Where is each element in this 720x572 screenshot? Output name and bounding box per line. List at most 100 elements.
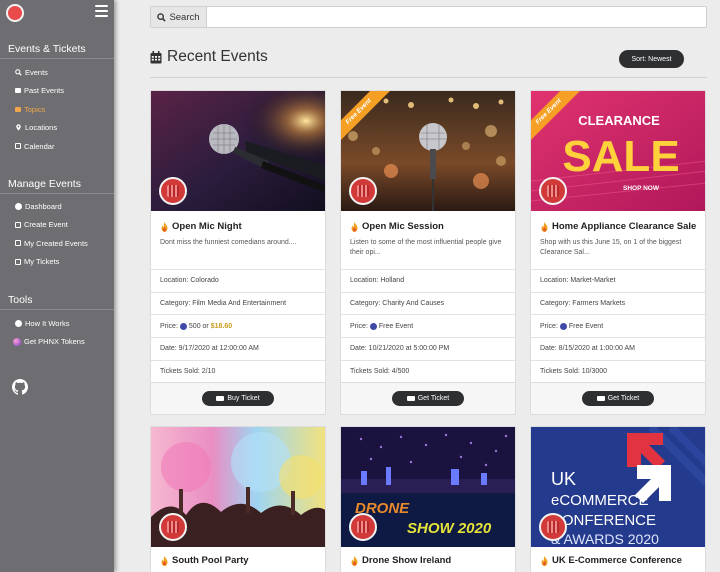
event-card[interactable]: DRONE SHOW 2020 Drone Show Ireland: [340, 426, 516, 572]
image-text-ecommerce: eCOMMERCE: [551, 492, 649, 509]
event-image[interactable]: DRONE SHOW 2020: [341, 427, 515, 547]
organizer-avatar[interactable]: [159, 177, 187, 205]
sidebar-item-label: Dashboard: [25, 201, 62, 211]
github-icon[interactable]: [12, 379, 28, 395]
sidebar-item-label: Calendar: [24, 141, 55, 151]
page-title-text: Recent Events: [167, 48, 268, 65]
search-button[interactable]: Search: [151, 7, 207, 27]
event-location: Location: Colorado: [151, 269, 325, 292]
search-input[interactable]: [207, 7, 706, 27]
event-card[interactable]: UK eCOMMERCE CONFERENCE & AWARDS 2020 UK…: [530, 426, 706, 572]
app-logo[interactable]: [6, 4, 24, 22]
organizer-avatar[interactable]: [349, 177, 377, 205]
organizer-avatar[interactable]: [539, 177, 567, 205]
edit-icon: [15, 221, 21, 228]
event-title[interactable]: Open Mic Session: [350, 221, 506, 232]
event-tickets-sold: Tickets Sold: 10/3000: [531, 359, 705, 383]
image-text-show: SHOW 2020: [407, 520, 492, 537]
calendar-icon: [150, 50, 162, 63]
sidebar-item-create-event[interactable]: Create Event: [15, 216, 88, 235]
menu-icon[interactable]: [95, 5, 108, 17]
price-usd: $18.60: [210, 322, 233, 330]
sort-button[interactable]: Sort: Newest: [619, 50, 684, 68]
event-location: Location: Market-Market: [531, 269, 705, 292]
button-label: Get Ticket: [607, 395, 640, 403]
sidebar-item-label: Events: [25, 67, 48, 77]
phnx-token-icon: [13, 337, 21, 346]
sidebar-item-events[interactable]: Events: [15, 63, 64, 82]
ticket-icon: [15, 258, 21, 265]
sidebar-item-calendar[interactable]: Calendar: [15, 137, 64, 156]
sidebar: Events & Tickets Events Past Events Topi…: [0, 0, 114, 572]
event-title-text: Drone Show Ireland: [362, 555, 452, 566]
phnx-coin-icon: [369, 322, 377, 330]
flame-icon: [351, 555, 358, 566]
search-button-label: Search: [169, 11, 200, 23]
button-label: Get Ticket: [417, 395, 450, 403]
sidebar-item-my-created-events[interactable]: My Created Events: [15, 234, 88, 253]
sidebar-item-my-tickets[interactable]: My Tickets: [15, 253, 88, 272]
event-image[interactable]: UK eCOMMERCE CONFERENCE & AWARDS 2020: [531, 427, 705, 547]
event-title[interactable]: Open Mic Night: [160, 221, 316, 232]
event-image[interactable]: [151, 91, 325, 211]
event-title[interactable]: UK E-Commerce Conference: [540, 555, 696, 566]
sidebar-item-label: Locations: [25, 123, 58, 133]
flame-icon: [161, 555, 168, 566]
search-icon: [157, 12, 167, 22]
image-text-uk: UK: [551, 469, 576, 489]
flame-icon: [351, 221, 358, 232]
event-title[interactable]: South Pool Party: [160, 555, 316, 566]
image-text-clearance: CLEARANCE: [578, 113, 660, 128]
event-title-text: Open Mic Night: [172, 221, 242, 232]
event-card[interactable]: South Pool Party: [150, 426, 326, 572]
question-circle-icon: [15, 319, 22, 327]
event-image[interactable]: Free Event: [341, 91, 515, 211]
sidebar-item-past-events[interactable]: Past Events: [15, 82, 64, 101]
phnx-coin-icon: [559, 322, 567, 330]
price-label: Price:: [350, 322, 368, 330]
flame-icon: [541, 555, 548, 566]
price-phnx: Free Event: [378, 322, 414, 330]
organizer-avatar[interactable]: [159, 513, 187, 541]
sidebar-item-label: Past Events: [24, 86, 65, 96]
event-image[interactable]: [151, 427, 325, 547]
sidebar-item-dashboard[interactable]: Dashboard: [15, 197, 88, 216]
nav-tools: How It Works Get PHNX Tokens: [13, 314, 85, 352]
sidebar-item-label: Topics: [24, 104, 46, 114]
event-date: Date: 9/17/2020 at 12:00:00 AM: [151, 337, 325, 360]
organizer-avatar[interactable]: [349, 513, 377, 541]
get-ticket-button[interactable]: Get Ticket: [582, 391, 654, 407]
title-divider: [150, 77, 707, 78]
event-title-text: Open Mic Session: [362, 221, 444, 232]
event-card[interactable]: Open Mic Night Dont miss the funniest co…: [150, 90, 326, 416]
button-label: Buy Ticket: [227, 395, 260, 403]
sidebar-item-label: Get PHNX Tokens: [24, 337, 85, 347]
sidebar-item-label: My Tickets: [24, 257, 60, 267]
sidebar-item-label: My Created Events: [24, 238, 88, 248]
event-card[interactable]: CLEARANCE SALE SHOP NOW Free Event Home …: [530, 90, 706, 416]
get-ticket-button[interactable]: Get Ticket: [392, 391, 464, 407]
event-description: Listen to some of the most influential p…: [350, 239, 502, 257]
event-title[interactable]: Home Appliance Clearance Sale: [540, 221, 696, 232]
section-title-manage: Manage Events: [8, 178, 81, 190]
event-title[interactable]: Drone Show Ireland: [350, 555, 506, 566]
sidebar-item-locations[interactable]: Locations: [15, 119, 64, 138]
event-image[interactable]: CLEARANCE SALE SHOP NOW Free Event: [531, 91, 705, 211]
buy-ticket-button[interactable]: Buy Ticket: [202, 391, 274, 407]
image-text-awards: & AWARDS 2020: [551, 531, 659, 547]
event-category: Category: Film Media And Entertainment: [151, 291, 325, 315]
sidebar-item-get-phnx[interactable]: Get PHNX Tokens: [13, 333, 85, 352]
event-location: Location: Holland: [341, 269, 515, 292]
search-icon: [15, 68, 22, 76]
list-icon: [15, 240, 21, 247]
search-bar: Search: [150, 6, 707, 28]
price-label: Price:: [540, 322, 558, 330]
image-text-shop-now: SHOP NOW: [623, 185, 660, 192]
event-card[interactable]: Free Event Open Mic Session Listen to so…: [340, 90, 516, 416]
sidebar-item-how-it-works[interactable]: How It Works: [15, 314, 85, 333]
organizer-avatar[interactable]: [539, 513, 567, 541]
sidebar-item-label: Create Event: [24, 220, 68, 230]
sidebar-item-topics[interactable]: Topics: [15, 100, 64, 119]
event-tickets-sold: Tickets Sold: 4/500: [341, 359, 515, 383]
event-price: Price: Free Event: [341, 314, 515, 337]
